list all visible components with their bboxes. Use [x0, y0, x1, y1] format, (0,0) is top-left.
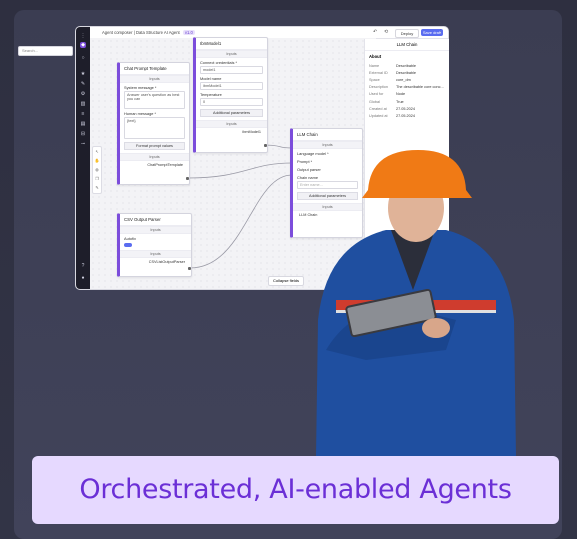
canvas-toolbar: ↖ ✋ ◍ ❐ ✎ [92, 146, 102, 194]
property-value: 27.05.2024 [396, 106, 416, 111]
property-key: Used for [369, 92, 384, 97]
breadcrumb-root[interactable]: Agent composer [102, 30, 133, 35]
property-row: Used for Node [365, 91, 449, 98]
agent-icon[interactable]: ◆ [80, 42, 86, 48]
hardhat-shape [362, 150, 472, 198]
pointer-icon[interactable]: ↖ [93, 147, 101, 156]
link-icon[interactable]: ⊸ [80, 141, 86, 147]
headline-text: Orchestrated, AI-enabled Agents [79, 474, 512, 505]
credentials-select[interactable]: model1 [200, 66, 263, 74]
hand-icon[interactable]: ✋ [93, 156, 101, 165]
output-port[interactable] [188, 267, 191, 270]
about-header[interactable]: About [365, 51, 449, 62]
pen-icon[interactable]: ✎ [80, 81, 86, 87]
grid-icon[interactable]: ⋮ [80, 33, 86, 39]
property-key: Name [369, 63, 380, 68]
output-label: CSVListOutputParser [148, 260, 185, 264]
field-label: Human message * [124, 111, 157, 116]
breadcrumb[interactable]: Agent composer | Data Structure AI Agent… [102, 30, 195, 35]
history-icon[interactable]: ⟲ [384, 29, 388, 35]
output-label: ChatPromptTemplate [147, 163, 183, 167]
output-label: ibmModel1 [242, 130, 261, 134]
property-value: Describable [396, 63, 417, 68]
outputs-header: Inputs [120, 250, 191, 258]
hand-shape [422, 318, 450, 338]
node-title: CSV Output Parser [120, 214, 191, 226]
property-key: Created at [369, 106, 387, 111]
property-value: 27.05.2024 [396, 113, 416, 118]
gear-icon[interactable]: ⚙ [80, 91, 86, 97]
inputs-header: Inputs [293, 141, 362, 149]
panel-title: LLM Chain [365, 39, 449, 51]
help-icon[interactable]: ? [80, 263, 86, 269]
inputs-header: Inputs [120, 226, 191, 234]
layers-icon[interactable]: ▤ [80, 121, 86, 127]
temperature-field[interactable]: 0 [200, 98, 263, 106]
deploy-button[interactable]: Deploy [395, 29, 419, 38]
property-key: Global [369, 99, 380, 104]
field-label: Temperature [200, 92, 222, 97]
property-row: Created at 27.05.2024 [365, 105, 449, 112]
human-message-field[interactable]: {text} [124, 117, 185, 139]
property-value: core_dm [396, 77, 411, 82]
inputs-header: Inputs [120, 75, 189, 83]
outputs-header: Inputs [196, 120, 267, 128]
undo-icon[interactable]: ↶ [373, 29, 377, 35]
star-icon[interactable]: ★ [80, 71, 86, 77]
more-icon[interactable]: ⋮ [438, 29, 443, 35]
property-value: The describable core conc... [396, 85, 444, 90]
property-row: Name Describable [365, 62, 449, 69]
property-row: Updated at 27.05.2024 [365, 112, 449, 119]
system-message-field[interactable]: Answer user's question as best you can [124, 91, 185, 109]
about-list: Name Describable External ID Describable Spa… [365, 62, 449, 120]
flow-icon[interactable]: ⊟ [80, 131, 86, 137]
field-label: System message * [124, 85, 157, 90]
property-row: Description The describable core conc... [365, 84, 449, 91]
chart-icon[interactable]: ▥ [80, 101, 86, 107]
node-title: LLM Chain [293, 129, 362, 141]
node-title: IbmModel1 [196, 38, 267, 50]
node-title: Chat Prompt Template [120, 63, 189, 75]
output-port[interactable] [264, 144, 267, 147]
search-input[interactable]: Search... [18, 46, 73, 56]
worker-illustration [316, 150, 516, 457]
node-ibm-model[interactable]: IbmModel1 Inputs Connect credentials * m… [193, 37, 268, 153]
inputs-header: Inputs [196, 50, 267, 58]
page-background: ⋮ ◆ ○ ★ ✎ ⚙ ▥ ≡ ▤ ⊟ ⊸ ? ● Agent composer… [0, 0, 577, 539]
autofix-toggle[interactable] [124, 243, 132, 247]
page-title: Data Structure AI Agent [135, 30, 180, 35]
property-key: External ID [369, 70, 388, 75]
property-row: Global True [365, 98, 449, 105]
globe-icon[interactable]: ○ [80, 55, 86, 61]
property-key: Space [369, 77, 380, 82]
additional-parameters-button[interactable]: Additional parameters [200, 109, 263, 117]
list-icon[interactable]: ≡ [80, 111, 86, 117]
outputs-header: Inputs [120, 153, 189, 161]
node-csv-parser[interactable]: CSV Output Parser Inputs Autofix Inputs … [117, 213, 192, 277]
version-badge: v1.0 [182, 30, 195, 35]
property-key: Updated at [369, 113, 388, 118]
field-label: Model name [200, 76, 222, 81]
format-prompt-button[interactable]: Format prompt values [124, 142, 185, 150]
model-name-select[interactable]: ibmModel1 [200, 82, 263, 90]
breadcrumb-separator: | [133, 30, 135, 35]
headline-banner: Orchestrated, AI-enabled Agents [32, 456, 559, 524]
copy-icon[interactable]: ❐ [93, 174, 101, 183]
property-key: Description [369, 85, 388, 90]
user-icon[interactable]: ● [80, 275, 86, 281]
field-label: Autofix [124, 236, 136, 241]
edit-icon[interactable]: ✎ [93, 183, 101, 192]
output-port[interactable] [186, 177, 189, 180]
comment-icon[interactable]: ◍ [93, 165, 101, 174]
property-value: Describable [396, 70, 417, 75]
property-row: External ID Describable [365, 69, 449, 76]
property-value: Node [396, 92, 406, 97]
field-label: Connect credentials * [200, 60, 237, 65]
property-value: True [396, 99, 404, 104]
property-row: Space core_dm [365, 76, 449, 83]
left-rail: ⋮ ◆ ○ ★ ✎ ⚙ ▥ ≡ ▤ ⊟ ⊸ ? ● [76, 27, 90, 289]
node-chat-prompt[interactable]: Chat Prompt Template Inputs System messa… [117, 62, 190, 185]
